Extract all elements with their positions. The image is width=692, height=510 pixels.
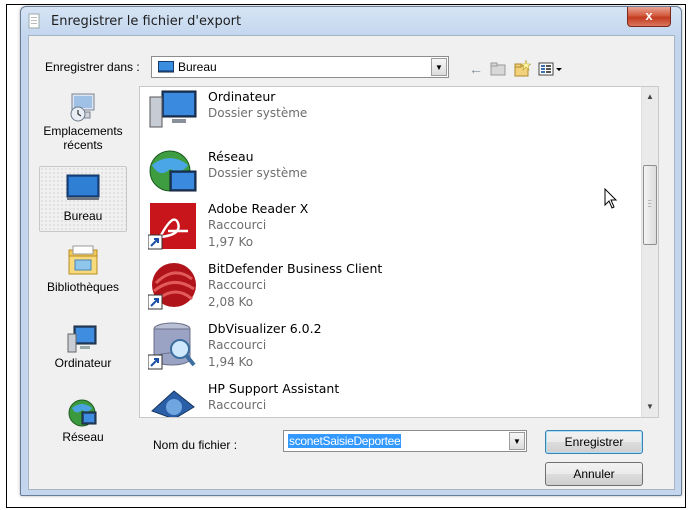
libraries-icon	[68, 245, 98, 275]
window-title: Enregistrer le fichier d'export	[51, 14, 242, 29]
file-size: 1,94 Ko	[208, 355, 254, 369]
desktop-icon	[158, 61, 174, 73]
scroll-up-icon[interactable]: ▲	[642, 89, 658, 105]
place-label: Ordinateur	[54, 356, 112, 370]
place-computer[interactable]: Ordinateur	[39, 322, 127, 388]
filename-value[interactable]: sconetSaisieDeportee	[288, 434, 402, 448]
recent-places-icon	[70, 93, 95, 122]
file-type: Dossier système	[208, 106, 308, 120]
file-name: HP Support Assistant	[208, 381, 340, 396]
back-arrow-icon[interactable]: ←	[467, 60, 485, 78]
file-name: Réseau	[208, 149, 254, 164]
list-item[interactable]: DbVisualizer 6.0.2 Raccourci 1,94 Ko	[148, 321, 628, 381]
save-button[interactable]: Enregistrer	[545, 430, 643, 454]
chevron-down-icon[interactable]: ▼	[431, 58, 447, 76]
place-label: Bureau	[63, 209, 103, 223]
new-folder-icon[interactable]	[513, 60, 531, 78]
filename-field[interactable]: sconetSaisieDeportee ▼	[283, 430, 527, 452]
list-item[interactable]: Adobe Reader X Raccourci 1,97 Ko	[148, 201, 628, 261]
list-item[interactable]: Réseau Dossier système	[148, 149, 628, 209]
dialog-client: Enregistrer dans : Bureau ▼ ← Emplacemen…	[28, 35, 675, 490]
scroll-thumb[interactable]: ‒ ‒ ‒	[643, 165, 657, 245]
save-in-combo[interactable]: Bureau ▼	[151, 56, 449, 78]
save-dialog: Enregistrer le fichier d'export x Enregi…	[20, 6, 682, 496]
dbvisualizer-icon	[148, 322, 196, 370]
place-libraries[interactable]: Bibliothèques	[39, 244, 127, 310]
list-item[interactable]: Ordinateur Dossier système	[148, 89, 628, 149]
adobe-reader-icon	[148, 203, 196, 250]
cancel-button[interactable]: Annuler	[545, 462, 643, 486]
mouse-cursor-icon	[604, 188, 618, 209]
filename-label: Nom du fichier :	[153, 438, 238, 452]
close-button[interactable]: x	[627, 7, 671, 27]
computer-icon	[67, 325, 97, 353]
scroll-down-icon[interactable]: ▼	[642, 399, 658, 415]
hp-support-icon	[151, 390, 195, 417]
grip-icon: ‒ ‒ ‒	[648, 198, 652, 210]
view-menu-icon[interactable]	[537, 60, 567, 78]
file-list[interactable]: Ordinateur Dossier système Réseau Dossie…	[139, 86, 659, 418]
place-recent[interactable]: Emplacements récents	[39, 90, 127, 162]
places-bar: Emplacements récents Bureau Bibliothèque…	[39, 86, 127, 476]
file-type: Raccourci	[208, 278, 267, 292]
list-item[interactable]: BitDefender Business Client Raccourci 2,…	[148, 261, 628, 321]
list-item[interactable]: HP Support Assistant Raccourci	[148, 381, 628, 417]
computer-icon	[149, 90, 197, 128]
save-in-label: Enregistrer dans :	[45, 60, 140, 74]
desktop-icon	[66, 174, 100, 200]
bitdefender-icon	[148, 263, 196, 310]
file-name: Adobe Reader X	[208, 201, 309, 216]
up-folder-icon[interactable]	[489, 60, 507, 78]
file-name: Ordinateur	[208, 89, 276, 104]
title-bar[interactable]: Enregistrer le fichier d'export x	[21, 7, 681, 35]
network-icon	[149, 150, 197, 192]
file-name: BitDefender Business Client	[208, 261, 383, 276]
place-label: Emplacements récents	[43, 124, 123, 152]
chevron-down-icon[interactable]: ▼	[509, 432, 525, 450]
network-icon	[68, 399, 97, 427]
place-label: Réseau	[62, 430, 104, 444]
file-type: Raccourci	[208, 218, 267, 232]
close-icon: x	[645, 8, 653, 23]
file-size: 1,97 Ko	[208, 235, 254, 249]
place-network[interactable]: Réseau	[39, 396, 127, 462]
file-type: Dossier système	[208, 166, 308, 180]
app-icon	[28, 13, 40, 29]
place-desktop[interactable]: Bureau	[39, 166, 127, 232]
file-type: Raccourci	[208, 398, 267, 412]
place-label: Bibliothèques	[46, 280, 120, 294]
file-type: Raccourci	[208, 338, 267, 352]
vertical-scrollbar[interactable]: ▲ ‒ ‒ ‒ ▼	[641, 87, 658, 417]
save-in-value: Bureau	[178, 60, 217, 74]
file-size: 2,08 Ko	[208, 295, 254, 309]
file-name: DbVisualizer 6.0.2	[208, 321, 322, 336]
